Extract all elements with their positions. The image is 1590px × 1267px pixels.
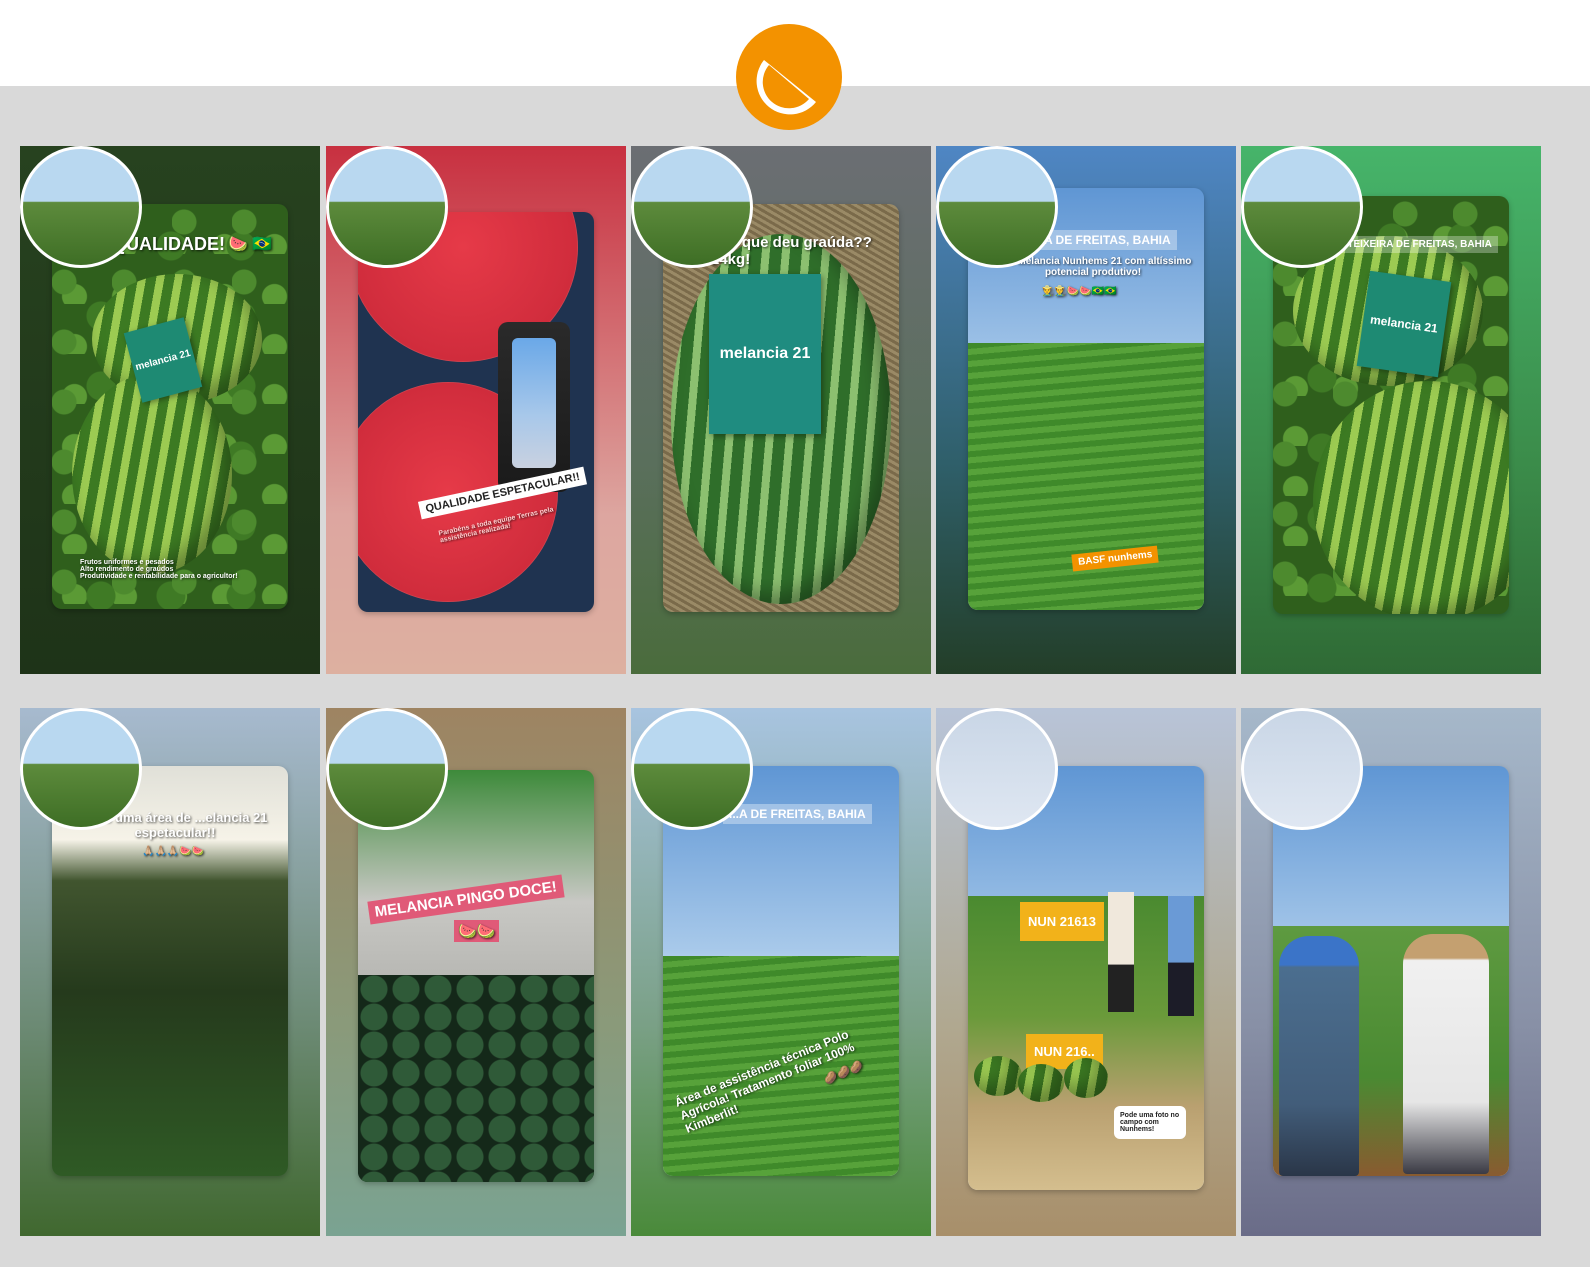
story-banner: MELANCIA PINGO DOCE! — [367, 874, 565, 925]
story-card-8[interactable]: ...A DE FREITAS, BAHIA Área de assistênc… — [631, 708, 931, 1236]
story-emoji: 👨‍🌾👨‍🌾🍉🍉🇧🇷🇧🇷 — [1042, 286, 1117, 297]
story-emoji: 🍉🍉 — [454, 920, 500, 942]
avatar[interactable] — [326, 146, 448, 268]
avatar[interactable] — [1241, 146, 1363, 268]
avatar[interactable] — [631, 708, 753, 830]
story-card-9[interactable]: NUN 21613 NUN 216.. Pode uma foto no cam… — [936, 708, 1236, 1236]
avatar[interactable] — [631, 146, 753, 268]
person — [1108, 892, 1134, 1012]
story-image: MELANCIA PINGO DOCE! 🍉🍉 — [358, 770, 594, 1182]
checklist-item: Frutos uniformes e pesados — [80, 559, 174, 566]
story-card-7[interactable]: MELANCIA PINGO DOCE! 🍉🍉 — [326, 708, 626, 1236]
story-card-2[interactable]: QUALIDADE ESPETACULAR!! Parabéns a toda … — [326, 146, 626, 674]
avatar[interactable] — [20, 146, 142, 268]
location-tag: ...TEIXEIRA DE FREITAS, BAHIA — [1333, 236, 1498, 253]
location-tag: ...A DE FREITAS, BAHIA — [723, 804, 872, 824]
story-image: QUALIDADE ESPETACULAR!! Parabéns a toda … — [358, 212, 594, 612]
watermelon — [1018, 1064, 1064, 1102]
checklist-item: Produtividade e rentabilidade para o agr… — [80, 573, 238, 580]
avatar[interactable] — [936, 146, 1058, 268]
person — [1168, 896, 1194, 1016]
avatar[interactable] — [20, 708, 142, 830]
seed-pack: melancia 21 — [709, 274, 821, 434]
story-card-4[interactable]: ...A DE FREITAS, BAHIA ...de Melancia Nu… — [936, 146, 1236, 674]
story-note: Pode uma foto no campo com Nunhems! — [1114, 1106, 1186, 1139]
person — [1279, 936, 1359, 1176]
story-card-10[interactable] — [1241, 708, 1541, 1236]
avatar[interactable] — [936, 708, 1058, 830]
avatar[interactable] — [1241, 708, 1363, 830]
story-card-6[interactable]: ...ais uma área de ...elancia 21 espetac… — [20, 708, 320, 1236]
watermelon — [1313, 381, 1509, 614]
watermelon — [974, 1056, 1022, 1096]
checklist-item: Alto rendimento de graúdos — [80, 566, 174, 573]
seed-pack: melancia 21 — [1356, 270, 1452, 378]
person — [1403, 934, 1489, 1174]
watermelon-slice-icon[interactable] — [736, 24, 842, 130]
variety-sign: NUN 21613 — [1020, 902, 1104, 941]
watermelon — [1064, 1058, 1108, 1098]
story-emoji: 🙏🏼🙏🏼🙏🏼🍉🍉 — [142, 846, 205, 857]
story-card-3[interactable]: melancia 21 ...rá que deu graúda?? 24kg! — [631, 146, 931, 674]
watermelon — [72, 374, 232, 574]
refractometer — [498, 322, 570, 492]
story-card-1[interactable]: melancia 21 QUALIDADE! 🍉 🇧🇷 Frutos unifo… — [20, 146, 320, 674]
story-card-5[interactable]: melancia 21 ...TEIXEIRA DE FREITAS, BAHI… — [1241, 146, 1541, 674]
watermelon-pile — [358, 975, 594, 1182]
checklist: Frutos uniformes e pesados Alto rendimen… — [80, 559, 238, 580]
story-emoji: 🍉 🇧🇷 — [228, 236, 273, 253]
avatar[interactable] — [326, 708, 448, 830]
